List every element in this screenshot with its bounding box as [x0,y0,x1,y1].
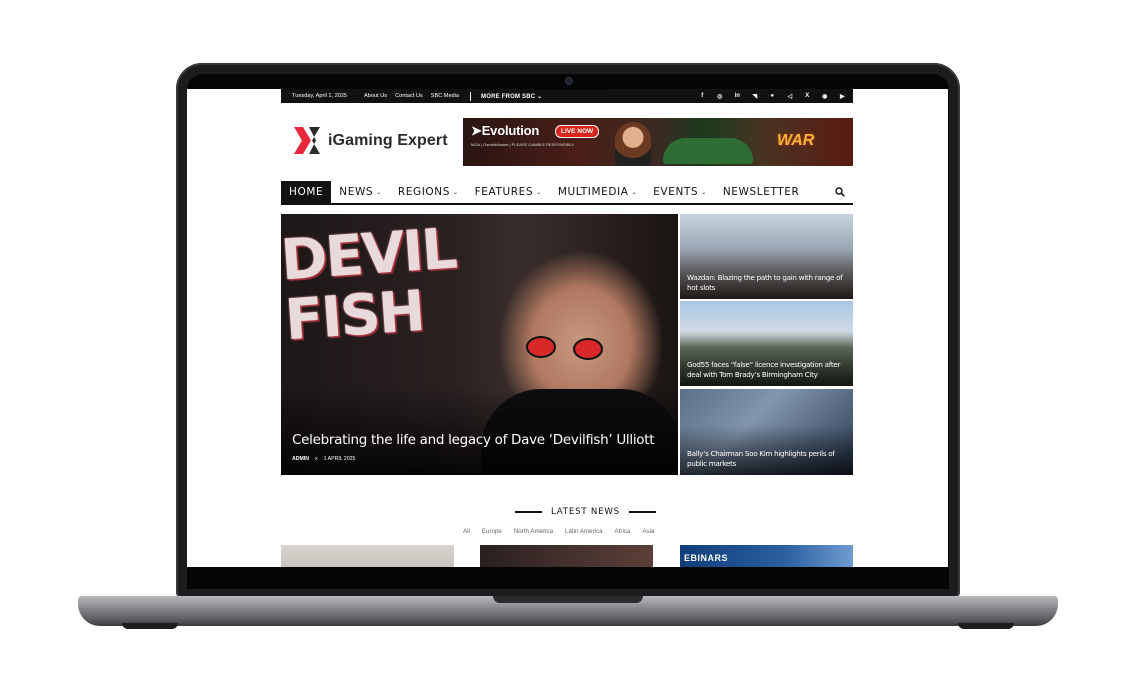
filter-north-america[interactable]: North America [514,528,553,535]
hero-title[interactable]: Celebrating the life and legacy of Dave … [292,432,655,448]
filter-europe[interactable]: Europe [482,528,502,535]
side-story-title[interactable]: Wazdan: Blazing the path to gain with ra… [687,273,847,293]
nav-multimedia[interactable]: MULTIMEDIA ⌄ [550,181,645,203]
sbc-media-link[interactable]: SBC Media [431,93,459,99]
hero-meta: ADMIN x 1 APRIL 2025 [292,456,355,462]
social-links: f ◎ in ◥ ● ◁ X ◉ ▶ [694,93,852,100]
news-card[interactable]: EBINARS [680,545,853,567]
hero-image-lettering: DEVIL FISH [281,216,458,354]
nav-news[interactable]: NEWS ⌄ [331,181,390,203]
logo-text: iGaming Expert [328,131,448,149]
banner-dealer-image [615,122,651,166]
hero-story[interactable]: DEVIL FISH Celebrating the life and lega… [281,214,678,475]
top-bar: Tuesday, April 1, 2025 About Us Contact … [281,89,853,103]
nav-home[interactable]: HOME [281,181,332,203]
divider [628,511,656,513]
facebook-icon[interactable]: f [694,93,712,100]
chevron-down-icon: ⌄ [536,188,542,196]
camera-icon [566,78,572,84]
news-card[interactable] [480,545,653,567]
filter-asia[interactable]: Asia [642,528,654,535]
telegram-icon[interactable]: ◁ [781,93,799,100]
region-filter-tabs: All Europe North America Latin America A… [463,528,654,535]
rss-icon[interactable]: ◥ [746,93,764,100]
nav-events[interactable]: EVENTS ⌄ [645,181,715,203]
banner-brand: ➤Evolution [471,123,540,138]
live-now-badge: LIVE NOW [555,125,600,138]
about-us-link[interactable]: About Us [364,93,387,99]
side-story[interactable]: Wazdan: Blazing the path to gain with ra… [680,214,853,299]
laptop-hinge [493,596,643,603]
ad-banner[interactable]: ➤Evolution LIVE NOW MGA | GambleAware | … [463,118,853,166]
search-icon[interactable] [835,187,845,197]
filter-latin-america[interactable]: Latin America [565,528,603,535]
chevron-down-icon: ⌄ [701,188,707,196]
hero-author[interactable]: ADMIN [292,456,309,462]
chevron-down-icon: ⌄ [453,188,459,196]
banner-fine-print: MGA | GambleAware | PLEASE GAMBLE RESPON… [471,142,575,147]
laptop-foot [122,623,178,629]
side-story-title[interactable]: God55 faces “false” licence investigatio… [687,360,847,380]
spotify-icon[interactable]: ● [764,93,782,100]
hero-date: 1 APRIL 2025 [323,456,356,462]
nav-features[interactable]: FEATURES ⌄ [467,181,550,203]
hero-image-glasses [526,336,556,358]
section-title: LATEST NEWS [551,507,620,517]
latest-news-heading: LATEST NEWS [506,507,665,517]
meta-separator: x [315,456,318,462]
podcast-icon[interactable]: ◉ [816,93,834,100]
linkedin-icon[interactable]: in [729,93,747,100]
chevron-down-icon: ⌄ [631,188,638,196]
instagram-icon[interactable]: ◎ [711,93,729,100]
logo-icon [294,127,320,154]
browser-viewport: Tuesday, April 1, 2025 About Us Contact … [187,89,948,567]
filter-africa[interactable]: Africa [615,528,631,535]
banner-table-image [663,138,753,164]
hero-image-glasses [573,338,603,360]
nav-newsletter[interactable]: NEWSLETTER [715,181,808,203]
filter-all[interactable]: All [463,528,470,535]
chevron-down-icon: ⌄ [376,188,382,196]
news-card[interactable] [281,545,454,567]
divider [515,511,542,513]
side-story-title[interactable]: Bally’s Chairman Soo Kim highlights peri… [687,449,847,469]
contact-us-link[interactable]: Contact Us [395,93,423,99]
side-story[interactable]: Bally’s Chairman Soo Kim highlights peri… [680,389,853,475]
current-date: Tuesday, April 1, 2025 [292,93,348,99]
side-story[interactable]: God55 faces “false” licence investigatio… [680,301,853,386]
divider [470,91,472,101]
card-image-label: EBINARS [684,553,729,563]
nav-regions[interactable]: REGIONS ⌄ [390,181,467,203]
main-nav: HOME NEWS ⌄ REGIONS ⌄ FEATURES ⌄ MULTIMEDIA… [281,181,853,205]
youtube-icon[interactable]: ▶ [834,93,852,100]
laptop-foot [958,623,1014,629]
more-from-sbc-menu[interactable]: MORE FROM SBC ⌄ [481,93,542,100]
x-icon[interactable]: X [799,93,817,100]
banner-game-logo: WAR [777,132,815,149]
site-logo[interactable]: iGaming Expert [294,127,448,154]
